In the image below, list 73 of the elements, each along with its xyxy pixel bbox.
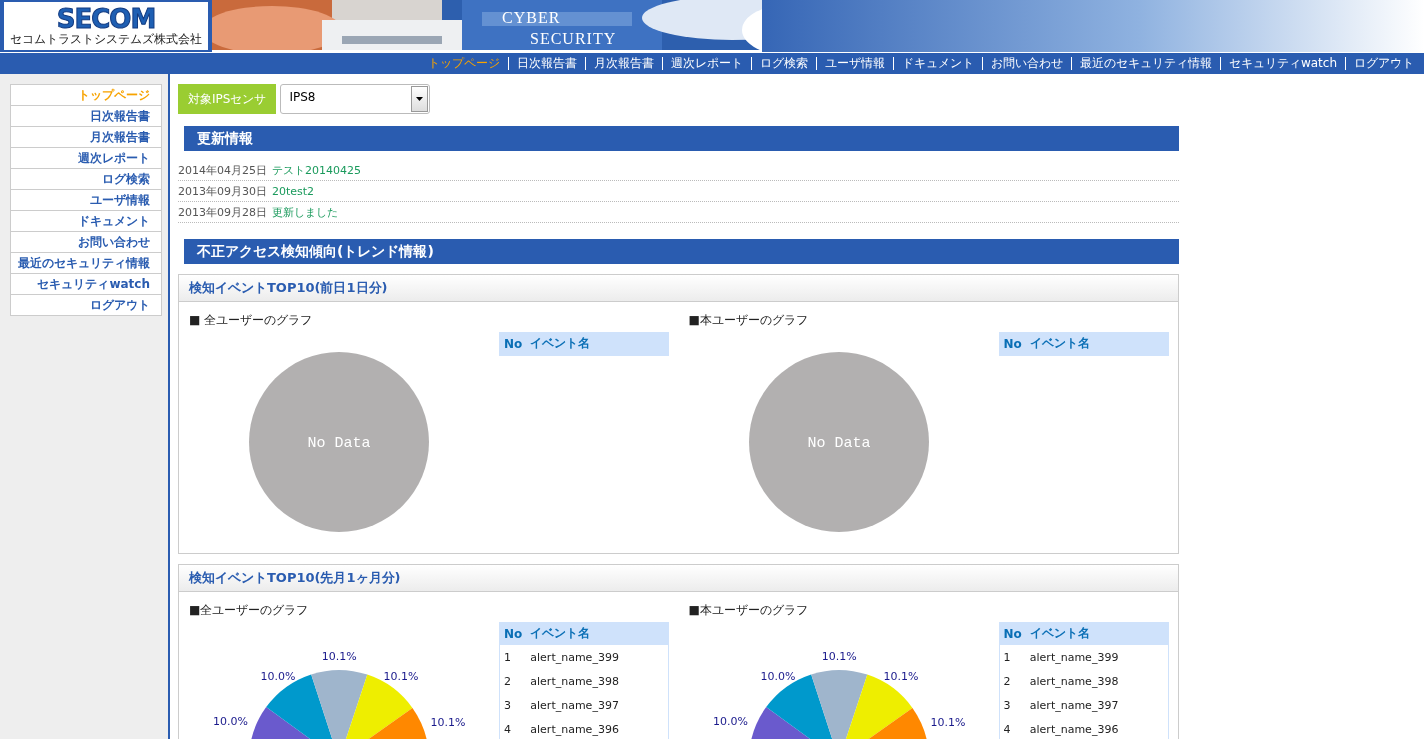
column-header: No: [999, 332, 1026, 356]
table-cell: 4: [499, 717, 527, 739]
sidebar-item[interactable]: ユーザ情報: [11, 190, 161, 211]
column-header: イベント名: [526, 332, 669, 356]
nav-link[interactable]: 月次報告書: [584, 57, 662, 70]
table-cell: 1: [499, 645, 527, 669]
table-cell: 3: [999, 693, 1026, 717]
sidebar-item[interactable]: 最近のセキュリティ情報: [11, 253, 161, 274]
nav-link[interactable]: 最近のセキュリティ情報: [1070, 57, 1220, 70]
news-date: 2014年04月25日: [178, 162, 267, 178]
nav-link[interactable]: 週次レポート: [661, 57, 751, 70]
table-cell: 2: [999, 669, 1026, 693]
news-date: 2013年09月28日: [178, 204, 267, 220]
nav-link[interactable]: トップページ: [419, 57, 508, 70]
section-title: 更新情報: [184, 126, 253, 151]
sidebar-item[interactable]: 日次報告書: [11, 106, 161, 127]
sidebar-item[interactable]: ログアウト: [11, 295, 161, 316]
slice-label: 10.0%: [759, 669, 795, 683]
graph-caption: ■本ユーザーのグラフ: [688, 602, 809, 616]
graph-caption: ■本ユーザーのグラフ: [688, 312, 809, 326]
news-link[interactable]: 20test2: [272, 184, 315, 198]
table-cell: alert_name_397: [526, 693, 669, 717]
caret-icon: [416, 97, 424, 101]
banner-title: SECURITY: [530, 30, 617, 48]
news-link[interactable]: テスト20140425: [272, 162, 361, 178]
section-title: 不正アクセス検知傾向(トレンド情報): [184, 239, 434, 264]
sensor-label: 対象IPSセンサ: [178, 84, 277, 114]
nav-link[interactable]: 日次報告書: [507, 57, 585, 70]
column-header: No: [499, 622, 527, 645]
nav-link[interactable]: セキュリティwatch: [1219, 57, 1345, 70]
sidebar-item[interactable]: 週次レポート: [11, 148, 161, 169]
table-cell: alert_name_398: [1025, 669, 1168, 693]
column-header: No: [499, 332, 527, 356]
table-cell: 3: [499, 693, 527, 717]
slice-label: 10.1%: [821, 650, 857, 663]
sensor-select[interactable]: IPS8: [280, 84, 431, 114]
sidebar-item[interactable]: お問い合わせ: [11, 232, 161, 253]
slice-label: 10.0%: [260, 669, 296, 683]
column-header: イベント名: [1025, 332, 1168, 356]
slice-label: 10.1%: [430, 716, 466, 730]
slice-label: 10.0%: [213, 714, 249, 728]
table-cell: alert_name_399: [526, 645, 669, 669]
nav-link[interactable]: ログアウト: [1345, 57, 1422, 70]
table-cell: 2: [499, 669, 527, 693]
nav-link[interactable]: お問い合わせ: [981, 57, 1071, 70]
table-cell: alert_name_397: [1025, 693, 1168, 717]
news-link[interactable]: 更新しました: [272, 204, 338, 220]
graph-caption: ■全ユーザーのグラフ: [189, 602, 310, 616]
nav-link[interactable]: ログ検索: [750, 57, 816, 70]
slice-label: 10.0%: [712, 714, 748, 728]
sidebar-item[interactable]: ログ検索: [11, 169, 161, 190]
logo: SECOM セコムトラストシステムズ株式会社: [4, 2, 208, 50]
column-header: イベント名: [1025, 622, 1168, 645]
nav-link[interactable]: ユーザ情報: [815, 57, 893, 70]
column-header: No: [999, 622, 1026, 645]
sidebar-item[interactable]: セキュリティwatch: [11, 274, 161, 295]
nav-link[interactable]: ドキュメント: [892, 57, 982, 70]
slice-label: 10.1%: [882, 670, 918, 684]
table-cell: 4: [999, 717, 1026, 739]
table-cell: alert_name_396: [1025, 717, 1168, 739]
table-cell: alert_name_396: [526, 717, 669, 739]
graph-caption: ■ 全ユーザーのグラフ: [189, 312, 314, 326]
column-header: イベント名: [526, 622, 669, 645]
slice-label: 10.1%: [383, 670, 419, 684]
table-cell: alert_name_399: [1025, 645, 1168, 669]
news-date: 2013年09月30日: [178, 183, 267, 199]
sidebar-item[interactable]: 月次報告書: [11, 127, 161, 148]
slice-label: 10.1%: [321, 650, 357, 663]
banner-title: CYBER: [502, 9, 561, 27]
slice-label: 10.1%: [930, 716, 965, 730]
table-cell: 1: [999, 645, 1026, 669]
sidebar-item[interactable]: ドキュメント: [11, 211, 161, 232]
table-cell: alert_name_398: [526, 669, 669, 693]
